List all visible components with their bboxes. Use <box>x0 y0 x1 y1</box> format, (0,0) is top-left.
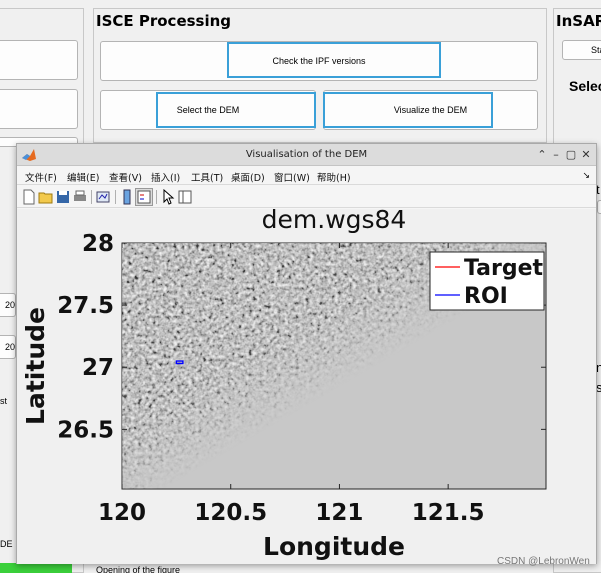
insar-tab[interactable]: Sta <box>562 40 601 60</box>
figure-titlebar[interactable]: Visualisation of the DEM ⌃ – ▢ ✕ <box>17 144 596 166</box>
visualize-dem-button[interactable]: Visualize the DEM <box>323 90 538 130</box>
y-tick-label: 27.5 <box>57 293 114 319</box>
menu-desktop[interactable]: 桌面(D) <box>231 170 265 184</box>
maximize-icon[interactable]: ▢ <box>563 147 579 163</box>
insar-panel-title: InSAR <box>556 12 601 30</box>
left-stub-st: st <box>0 396 8 406</box>
select-dem-button-label: Select the DEM <box>176 105 240 115</box>
print-icon[interactable] <box>72 189 88 205</box>
left-stub-de: DE <box>0 539 13 549</box>
insar-select-label: Selec <box>569 78 601 94</box>
new-figure-icon[interactable] <box>21 189 37 205</box>
menu-tools[interactable]: 工具(T) <box>191 170 223 184</box>
legend-label: ROI <box>464 284 508 309</box>
toolbar-separator <box>156 190 157 204</box>
dem-plot[interactable]: dem.wgs84 120 120.5 121 121.5 26.5 27 27.5 28 L… <box>17 205 596 564</box>
y-tick-label: 28 <box>82 231 114 257</box>
x-axis-label: Longitude <box>263 532 405 561</box>
x-tick-label: 121 <box>315 500 363 526</box>
legend-label: Target <box>464 256 544 281</box>
close-icon[interactable]: ✕ <box>578 147 594 163</box>
legend-icon[interactable] <box>135 188 153 206</box>
menu-file[interactable]: 文件(F) <box>25 170 57 184</box>
left-field-2-value: 20 <box>5 342 16 352</box>
left-field-2[interactable]: 20 <box>0 335 16 359</box>
watermark: CSDN @LebronWen <box>497 556 590 567</box>
insar-tab-label: Sta <box>591 45 601 55</box>
y-tick-label: 27 <box>82 355 114 381</box>
check-ipf-button[interactable]: Check the IPF versions <box>100 41 538 81</box>
save-icon[interactable] <box>55 189 71 205</box>
right-stub-button[interactable] <box>597 200 601 214</box>
figure-window: Visualisation of the DEM ⌃ – ▢ ✕ 文件(F) 编… <box>16 143 597 564</box>
figure-toolbar <box>17 186 596 208</box>
y-tick-label: 26.5 <box>57 417 114 443</box>
property-editor-icon[interactable] <box>177 189 193 205</box>
toolbar-separator <box>91 190 92 204</box>
x-tick-label: 121.5 <box>412 500 485 526</box>
left-panel-button-2[interactable] <box>0 89 78 129</box>
colorbar-icon[interactable] <box>119 189 135 205</box>
menu-edit[interactable]: 编辑(E) <box>67 170 99 184</box>
menu-help[interactable]: 帮助(H) <box>317 170 351 184</box>
progress-bar <box>0 563 72 573</box>
menu-window[interactable]: 窗口(W) <box>274 170 310 184</box>
visualize-dem-button-label: Visualize the DEM <box>393 105 468 115</box>
x-tick-label: 120 <box>98 500 146 526</box>
menu-view[interactable]: 查看(V) <box>109 170 142 184</box>
left-field-1[interactable]: 20 <box>0 293 16 317</box>
plot-area: dem.wgs84 120 120.5 121 121.5 26.5 27 27.5 28 L… <box>17 205 596 564</box>
left-field-1-value: 20 <box>5 300 16 310</box>
left-panel-button-1[interactable] <box>0 40 78 80</box>
link-plot-icon[interactable] <box>95 189 111 205</box>
figure-menubar: 文件(F) 编辑(E) 查看(V) 插入(I) 工具(T) 桌面(D) 窗口(W… <box>17 167 596 185</box>
chart-title: dem.wgs84 <box>262 209 407 234</box>
check-ipf-button-label: Check the IPF versions <box>272 56 366 66</box>
toolbar-separator <box>115 190 116 204</box>
legend[interactable]: Target ROI <box>429 251 545 311</box>
pointer-icon[interactable] <box>160 189 176 205</box>
menubar-dock-arrow-icon[interactable]: ↘ <box>582 170 590 181</box>
figure-window-title: Visualisation of the DEM <box>245 149 368 160</box>
x-tick-label: 120.5 <box>194 500 267 526</box>
minimize-icon[interactable]: – <box>548 147 564 163</box>
select-dem-button[interactable]: Select the DEM <box>100 90 316 130</box>
menu-insert[interactable]: 插入(I) <box>151 170 180 184</box>
y-axis-label: Latitude <box>21 307 50 425</box>
status-message: Opening of the figure <box>96 565 181 573</box>
isce-panel-title: ISCE Processing <box>96 12 232 30</box>
open-file-icon[interactable] <box>38 189 54 205</box>
